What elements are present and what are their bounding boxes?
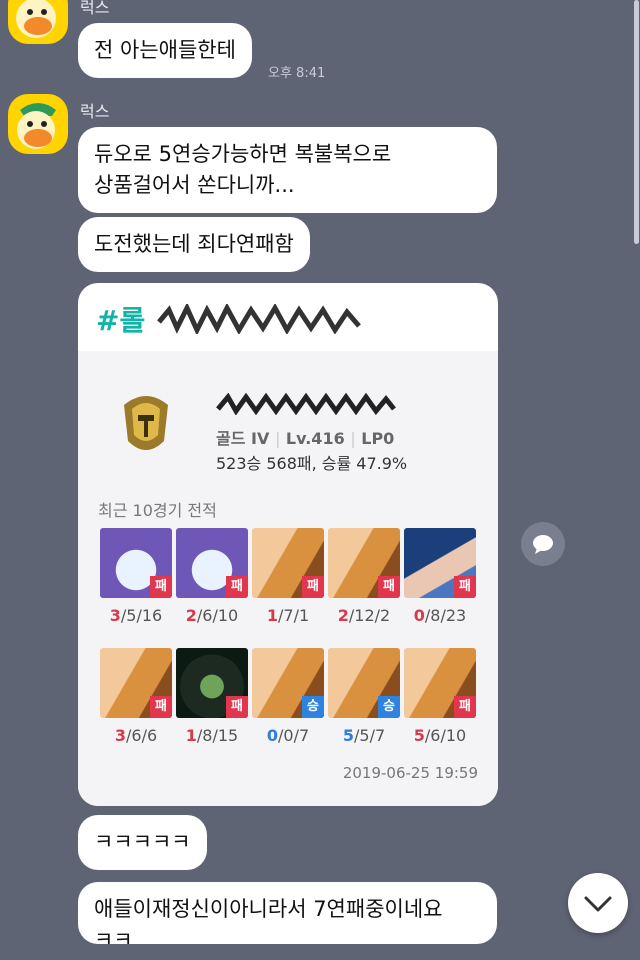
summoner-level: Lv.416 bbox=[285, 429, 345, 448]
result-badge: 패 bbox=[378, 576, 400, 598]
match-item[interactable]: 패 3/5/16 bbox=[100, 528, 172, 625]
share-button[interactable] bbox=[521, 522, 565, 566]
sender-name: 럭스 bbox=[80, 0, 110, 17]
kills: 5 bbox=[413, 726, 425, 745]
result-badge: 패 bbox=[226, 576, 248, 598]
result-badge: 패 bbox=[150, 576, 172, 598]
result-badge: 패 bbox=[302, 576, 324, 598]
match-item[interactable]: 패 0/8/23 bbox=[404, 528, 476, 625]
deaths-assists: /8/15 bbox=[196, 726, 239, 745]
redacted-summoner-name bbox=[216, 393, 396, 415]
card-hashtag: #롤 bbox=[96, 304, 146, 337]
lux-portrait-icon: 패 bbox=[252, 528, 324, 598]
deaths-assists: /8/23 bbox=[424, 606, 467, 625]
match-item[interactable]: 패 3/6/6 bbox=[100, 648, 172, 745]
deaths-assists: /5/7 bbox=[354, 726, 386, 745]
lux-portrait-icon: 패 bbox=[100, 648, 172, 718]
match-item[interactable]: 패 1/7/1 bbox=[252, 528, 324, 625]
match-item[interactable]: 패 2/12/2 bbox=[328, 528, 400, 625]
kills: 5 bbox=[342, 726, 354, 745]
kills: 3 bbox=[109, 606, 121, 625]
blue-hair-champion-portrait-icon: 패 bbox=[404, 528, 476, 598]
deaths-assists: /5/16 bbox=[120, 606, 163, 625]
game-record-card[interactable]: #롤 골드 IV | Lv.416 | LP0 523승 568패, 승률 47… bbox=[78, 283, 498, 806]
duck-avatar-icon bbox=[17, 103, 56, 149]
kills: 1 bbox=[185, 726, 197, 745]
lux-portrait-icon: 패 bbox=[404, 648, 476, 718]
result-badge: 패 bbox=[454, 696, 476, 718]
match-item[interactable]: 승 0/0/7 bbox=[252, 648, 324, 745]
yuumi-portrait-icon: 패 bbox=[100, 528, 172, 598]
match-item[interactable]: 패 5/6/10 bbox=[404, 648, 476, 745]
scroll-to-bottom-button[interactable] bbox=[568, 873, 628, 933]
match-item[interactable]: 승 5/5/7 bbox=[328, 648, 400, 745]
win-loss-record: 523승 568패, 승률 47.9% bbox=[216, 454, 408, 473]
gold-rank-emblem-icon bbox=[124, 396, 168, 450]
separator: | bbox=[274, 429, 281, 448]
kills: 1 bbox=[266, 606, 278, 625]
duck-avatar-icon bbox=[16, 0, 56, 38]
league-points: LP0 bbox=[361, 429, 395, 448]
result-badge: 승 bbox=[378, 696, 400, 718]
kda-score: 1/7/1 bbox=[252, 606, 324, 625]
chevron-down-icon bbox=[584, 896, 612, 912]
deaths-assists: /12/2 bbox=[348, 606, 391, 625]
kda-score: 1/8/15 bbox=[176, 726, 248, 745]
message-bubble[interactable]: 애들이재정신이아니라서 7연패중이네요 ㅋㅋ bbox=[78, 882, 497, 944]
message-bubble[interactable]: ㅋㅋㅋㅋㅋ bbox=[78, 815, 207, 870]
deaths-assists: /6/6 bbox=[126, 726, 158, 745]
yuumi-portrait-icon: 패 bbox=[176, 528, 248, 598]
message-bubble[interactable]: 듀오로 5연승가능하면 복불복으로 상품걸어서 쏜다니까... bbox=[78, 127, 497, 213]
sender-avatar[interactable] bbox=[8, 0, 68, 44]
lux-portrait-icon: 승 bbox=[252, 648, 324, 718]
message-bubble[interactable]: 전 아는애들한테 bbox=[78, 23, 252, 78]
result-badge: 패 bbox=[150, 696, 172, 718]
card-title: #롤 bbox=[78, 283, 498, 351]
chat-bubble-icon bbox=[533, 535, 553, 554]
lux-portrait-icon: 패 bbox=[328, 528, 400, 598]
result-badge: 패 bbox=[226, 696, 248, 718]
kda-score: 3/5/16 bbox=[100, 606, 172, 625]
card-body: 골드 IV | Lv.416 | LP0 523승 568패, 승률 47.9%… bbox=[78, 351, 498, 806]
sender-avatar[interactable] bbox=[8, 94, 68, 154]
kills: 0 bbox=[413, 606, 425, 625]
kda-score: 0/0/7 bbox=[252, 726, 324, 745]
match-item[interactable]: 패 2/6/10 bbox=[176, 528, 248, 625]
kills: 0 bbox=[266, 726, 278, 745]
recent-games-label: 최근 10경기 전적 bbox=[98, 501, 217, 520]
deaths-assists: /6/10 bbox=[196, 606, 239, 625]
redacted-scribble bbox=[157, 302, 361, 336]
result-badge: 승 bbox=[302, 696, 324, 718]
scrollbar[interactable] bbox=[634, 0, 639, 244]
kda-score: 2/6/10 bbox=[176, 606, 248, 625]
lux-portrait-icon: 승 bbox=[328, 648, 400, 718]
deaths-assists: /6/10 bbox=[424, 726, 467, 745]
message-bubble[interactable]: 도전했는데 죄다연패함 bbox=[78, 217, 310, 272]
result-badge: 패 bbox=[454, 576, 476, 598]
rank-tier: 골드 IV bbox=[216, 429, 270, 448]
deaths-assists: /0/7 bbox=[278, 726, 310, 745]
match-item[interactable]: 패 1/8/15 bbox=[176, 648, 248, 745]
kda-score: 3/6/6 bbox=[100, 726, 172, 745]
kda-score: 2/12/2 bbox=[328, 606, 400, 625]
kda-score: 5/5/7 bbox=[328, 726, 400, 745]
rank-info: 골드 IV | Lv.416 | LP0 bbox=[216, 425, 394, 449]
dark-champion-portrait-icon: 패 bbox=[176, 648, 248, 718]
kills: 2 bbox=[337, 606, 349, 625]
game-date: 2019-06-25 19:59 bbox=[342, 764, 478, 782]
kda-score: 0/8/23 bbox=[404, 606, 476, 625]
separator: | bbox=[350, 429, 356, 448]
deaths-assists: /7/1 bbox=[278, 606, 310, 625]
kills: 3 bbox=[114, 726, 126, 745]
sender-name: 럭스 bbox=[80, 102, 110, 121]
message-time: 오후 8:41 bbox=[268, 66, 326, 81]
kills: 2 bbox=[185, 606, 197, 625]
kda-score: 5/6/10 bbox=[404, 726, 476, 745]
